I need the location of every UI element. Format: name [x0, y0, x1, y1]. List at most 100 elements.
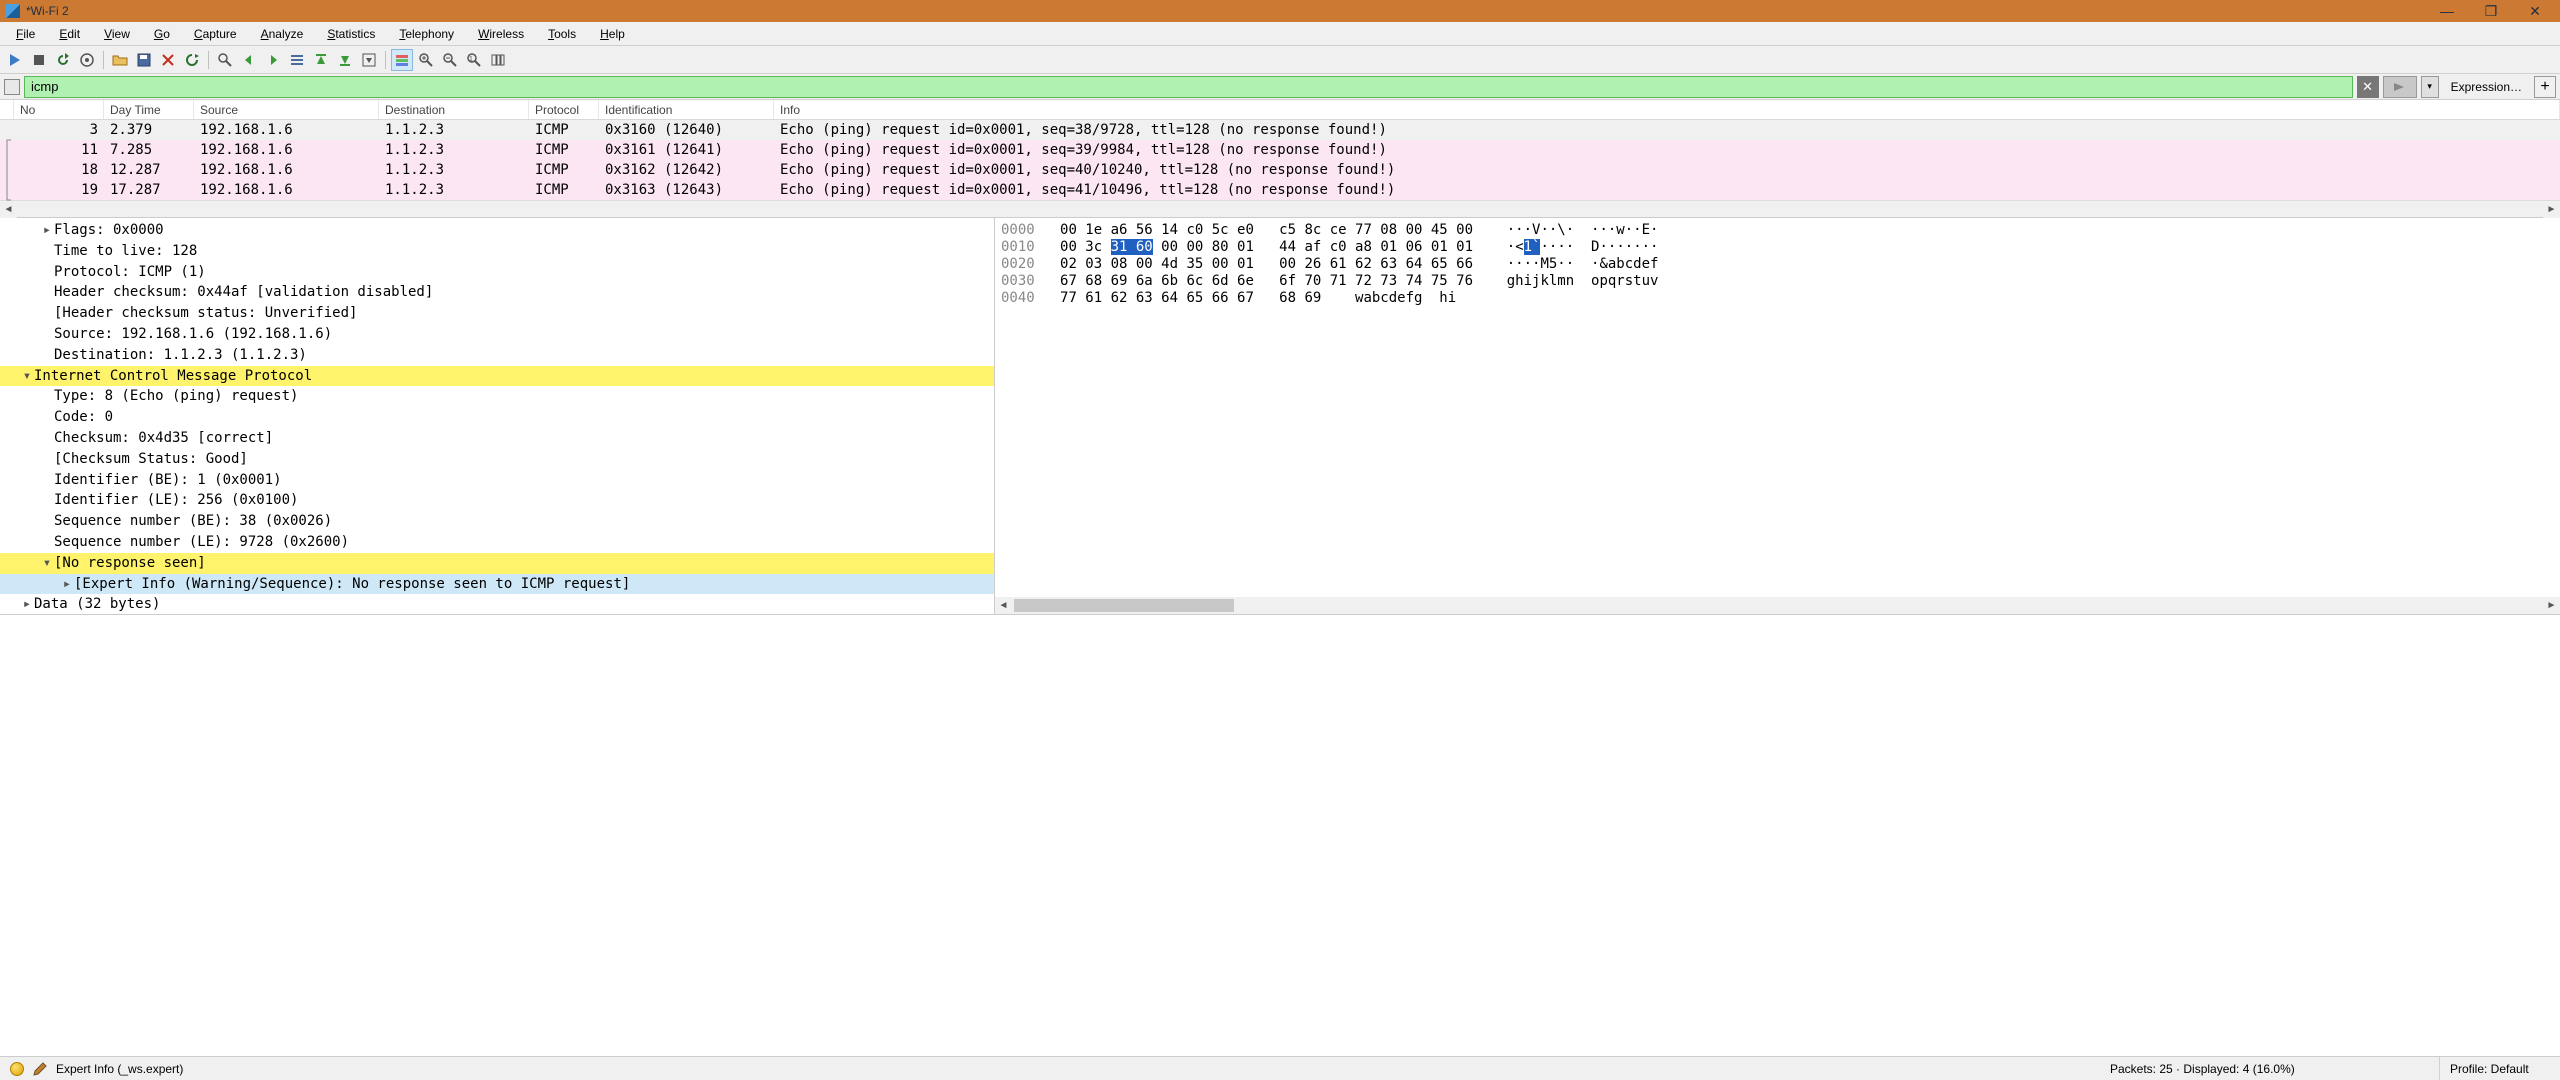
hex-row[interactable]: 0010 00 3c 31 60 00 00 80 01 44 af c0 a8…: [1001, 239, 2554, 256]
table-row[interactable]: 32.379192.168.1.61.1.2.3ICMP0x3160 (1264…: [0, 120, 2560, 140]
table-row[interactable]: 1812.287192.168.1.61.1.2.3ICMP0x3162 (12…: [0, 160, 2560, 180]
menu-capture[interactable]: Capture: [182, 25, 249, 43]
display-filter-input[interactable]: [24, 76, 2353, 98]
menu-analyze[interactable]: Analyze: [249, 25, 316, 43]
status-profile[interactable]: Profile: Default: [2440, 1057, 2560, 1080]
zoom-reset-icon[interactable]: 1: [463, 49, 485, 71]
tree-node[interactable]: Protocol: ICMP (1): [0, 262, 994, 283]
menu-edit[interactable]: Edit: [47, 25, 92, 43]
tree-node[interactable]: ▾[No response seen]: [0, 553, 994, 574]
tree-node[interactable]: ▸[Expert Info (Warning/Sequence): No res…: [0, 574, 994, 595]
goto-packet-icon[interactable]: [286, 49, 308, 71]
collapse-icon[interactable]: ▾: [20, 366, 34, 387]
expand-icon[interactable]: ▸: [60, 574, 74, 595]
restart-capture-icon[interactable]: [52, 49, 74, 71]
expert-info-icon[interactable]: [10, 1062, 24, 1076]
expand-icon[interactable]: ▸: [20, 594, 34, 614]
reload-icon[interactable]: [181, 49, 203, 71]
col-id[interactable]: Identification: [599, 100, 774, 119]
menu-go[interactable]: Go: [142, 25, 182, 43]
clear-filter-button[interactable]: ✕: [2357, 76, 2379, 98]
open-file-icon[interactable]: [109, 49, 131, 71]
toolbar: 1: [0, 46, 2560, 74]
scroll-right-icon[interactable]: ►: [2543, 201, 2560, 218]
minimize-button[interactable]: —: [2434, 3, 2460, 20]
menu-tools[interactable]: Tools: [536, 25, 588, 43]
hex-row[interactable]: 0030 67 68 69 6a 6b 6c 6d 6e 6f 70 71 72…: [1001, 273, 2554, 290]
tree-node[interactable]: Identifier (BE): 1 (0x0001): [0, 470, 994, 491]
close-file-icon[interactable]: [157, 49, 179, 71]
tree-node[interactable]: Checksum: 0x4d35 [correct]: [0, 428, 994, 449]
table-row[interactable]: 117.285192.168.1.61.1.2.3ICMP0x3161 (126…: [0, 140, 2560, 160]
menu-file[interactable]: File: [4, 25, 47, 43]
col-proto[interactable]: Protocol: [529, 100, 599, 119]
tree-node[interactable]: Sequence number (LE): 9728 (0x2600): [0, 532, 994, 553]
tree-node[interactable]: ▸Flags: 0x0000: [0, 220, 994, 241]
tree-node[interactable]: Type: 8 (Echo (ping) request): [0, 386, 994, 407]
save-file-icon[interactable]: [133, 49, 155, 71]
packet-details-pane[interactable]: ▸Flags: 0x0000Time to live: 128Protocol:…: [0, 218, 995, 614]
first-packet-icon[interactable]: [310, 49, 332, 71]
capture-options-icon[interactable]: [76, 49, 98, 71]
find-packet-icon[interactable]: [214, 49, 236, 71]
hex-row[interactable]: 0020 02 03 08 00 4d 35 00 01 00 26 61 62…: [1001, 256, 2554, 273]
packet-list-header[interactable]: No Day Time Source Destination Protocol …: [0, 100, 2560, 120]
tree-label: Type: 8 (Echo (ping) request): [54, 388, 298, 404]
expression-button[interactable]: Expression…: [2443, 80, 2530, 94]
go-forward-icon[interactable]: [262, 49, 284, 71]
packet-bytes-pane[interactable]: 0000 00 1e a6 56 14 c0 5c e0 c5 8c ce 77…: [995, 218, 2560, 614]
menu-statistics[interactable]: Statistics: [315, 25, 387, 43]
tree-node[interactable]: Sequence number (BE): 38 (0x0026): [0, 511, 994, 532]
edit-icon[interactable]: [32, 1061, 48, 1077]
col-src[interactable]: Source: [194, 100, 379, 119]
zoom-in-icon[interactable]: [415, 49, 437, 71]
menu-telephony[interactable]: Telephony: [387, 25, 466, 43]
status-hint: Expert Info (_ws.expert): [56, 1062, 183, 1076]
tree-node[interactable]: [Checksum Status: Good]: [0, 449, 994, 470]
tree-node[interactable]: Source: 192.168.1.6 (192.168.1.6): [0, 324, 994, 345]
menu-wireless[interactable]: Wireless: [466, 25, 536, 43]
bytes-hscroll[interactable]: ◄ ►: [995, 597, 2560, 614]
add-filter-button[interactable]: +: [2534, 76, 2556, 98]
scroll-left-icon[interactable]: ◄: [995, 597, 1012, 614]
tree-label: Data (32 bytes): [34, 596, 160, 612]
last-packet-icon[interactable]: [334, 49, 356, 71]
col-info[interactable]: Info: [774, 100, 2560, 119]
menu-help[interactable]: Help: [588, 25, 637, 43]
tree-node[interactable]: [Header checksum status: Unverified]: [0, 303, 994, 324]
col-no[interactable]: No: [14, 100, 104, 119]
tree-node[interactable]: Destination: 1.1.2.3 (1.1.2.3): [0, 345, 994, 366]
table-row[interactable]: 1917.287192.168.1.61.1.2.3ICMP0x3163 (12…: [0, 180, 2560, 200]
filter-history-dropdown[interactable]: ▾: [2421, 76, 2439, 98]
expand-icon[interactable]: ▸: [40, 220, 54, 241]
packet-list-hscroll[interactable]: ◄ ►: [0, 200, 2560, 217]
col-time[interactable]: Day Time: [104, 100, 194, 119]
tree-node[interactable]: Header checksum: 0x44af [validation disa…: [0, 282, 994, 303]
start-capture-icon[interactable]: [4, 49, 26, 71]
app-icon: [6, 4, 20, 18]
tree-node[interactable]: Identifier (LE): 256 (0x0100): [0, 490, 994, 511]
close-button[interactable]: ✕: [2522, 3, 2548, 20]
maximize-button[interactable]: ❐: [2478, 3, 2504, 20]
tree-node[interactable]: Time to live: 128: [0, 241, 994, 262]
tree-label: Code: 0: [54, 409, 113, 425]
bookmark-icon[interactable]: [4, 79, 20, 95]
apply-filter-button[interactable]: [2383, 76, 2417, 98]
hex-row[interactable]: 0040 77 61 62 63 64 65 66 67 68 69 wabcd…: [1001, 290, 2554, 307]
go-back-icon[interactable]: [238, 49, 260, 71]
collapse-icon[interactable]: ▾: [40, 553, 54, 574]
svg-text:1: 1: [469, 56, 473, 63]
autoscroll-icon[interactable]: [358, 49, 380, 71]
colorize-icon[interactable]: [391, 49, 413, 71]
menu-view[interactable]: View: [92, 25, 142, 43]
tree-node[interactable]: Code: 0: [0, 407, 994, 428]
hex-row[interactable]: 0000 00 1e a6 56 14 c0 5c e0 c5 8c ce 77…: [1001, 222, 2554, 239]
resize-columns-icon[interactable]: [487, 49, 509, 71]
tree-node[interactable]: ▸Data (32 bytes): [0, 594, 994, 614]
col-dst[interactable]: Destination: [379, 100, 529, 119]
tree-label: Destination: 1.1.2.3 (1.1.2.3): [54, 347, 307, 363]
tree-node[interactable]: ▾Internet Control Message Protocol: [0, 366, 994, 387]
stop-capture-icon[interactable]: [28, 49, 50, 71]
scroll-right-icon[interactable]: ►: [2543, 597, 2560, 614]
zoom-out-icon[interactable]: [439, 49, 461, 71]
